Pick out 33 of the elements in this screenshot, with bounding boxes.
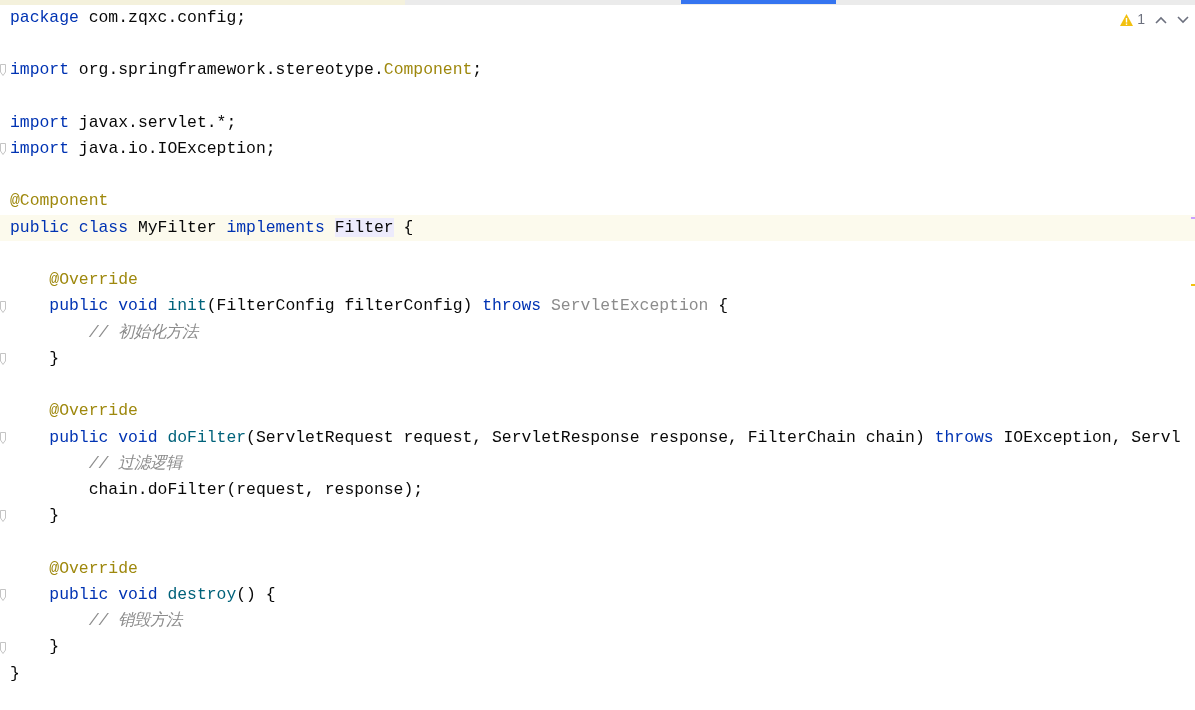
code-line: package com.zqxc.config;: [10, 6, 247, 29]
code-line: @Override: [48, 557, 138, 580]
chevron-up-icon[interactable]: [1155, 15, 1167, 24]
code-line: public void doFilter(ServletRequest request, ServletResponse response, FilterChain chain) throws IOException, Servl: [48, 426, 1181, 449]
code-line: import javax.servlet.*;: [10, 111, 237, 134]
code-line: @Override: [48, 400, 138, 423]
code-line: public class MyFilter implements Filter {: [10, 216, 414, 239]
fold-marker-icon[interactable]: [0, 143, 6, 156]
code-line: }: [48, 347, 60, 370]
code-line: // 初始化方法: [87, 321, 199, 344]
fold-marker-icon[interactable]: [0, 510, 6, 523]
fold-marker-icon[interactable]: [0, 641, 6, 654]
error-stripe-mark[interactable]: [1191, 284, 1195, 286]
code-line: }: [48, 636, 60, 659]
code-line: @Component: [10, 190, 109, 213]
code-line: public void destroy() {: [48, 583, 276, 606]
fold-marker-icon[interactable]: [0, 300, 6, 313]
fold-marker-icon[interactable]: [0, 589, 6, 602]
code-line: // 销毁方法: [87, 610, 183, 633]
code-line: import java.io.IOException;: [10, 138, 276, 160]
fold-marker-icon[interactable]: [0, 431, 6, 444]
code-line: public void init(FilterConfig filterConfig) throws ServletException {: [48, 295, 729, 318]
warning-count[interactable]: 1: [1119, 9, 1145, 30]
code-line: }: [10, 662, 20, 685]
code-line: @Override: [48, 269, 138, 292]
code-line: import org.springframework.stereotype.Component;: [10, 59, 483, 82]
chevron-down-icon[interactable]: [1177, 15, 1189, 24]
code-line: }: [48, 505, 60, 528]
code-line: chain.doFilter(request, response);: [87, 479, 424, 502]
fold-marker-icon[interactable]: [0, 64, 6, 77]
error-stripe-mark[interactable]: [1191, 217, 1195, 219]
code-line: // 过滤逻辑: [87, 452, 183, 475]
fold-marker-icon[interactable]: [0, 353, 6, 366]
